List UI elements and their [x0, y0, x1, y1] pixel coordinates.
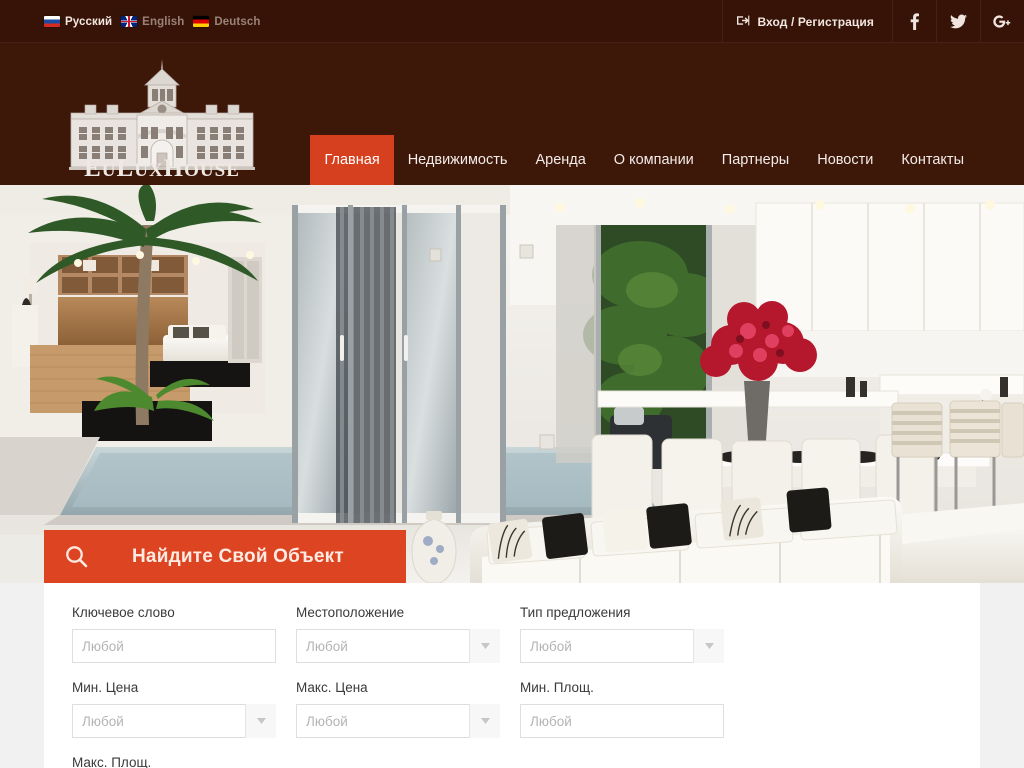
field-label: Тип предложения	[520, 605, 631, 620]
top-utility-bar: Русский English Deutsch Вход / Регистрац…	[0, 0, 1024, 43]
language-label: Deutsch	[214, 15, 261, 28]
language-option-english[interactable]: English	[121, 16, 184, 28]
nav-item-news[interactable]: Новости	[803, 135, 887, 185]
homepage: Русский English Deutsch Вход / Регистрац…	[0, 0, 1024, 768]
language-switcher: Русский English Deutsch	[44, 0, 260, 43]
location-control	[296, 629, 500, 663]
field-min-area: Мин. Площ.	[520, 680, 744, 738]
facebook-icon	[910, 13, 919, 30]
min-area-control	[520, 704, 724, 738]
nav-item-home[interactable]: Главная	[310, 135, 394, 185]
site-header: EULUXHOUSE Главная Недвижимость Аренда О…	[0, 43, 1024, 185]
language-option-russian[interactable]: Русский	[44, 16, 112, 28]
twitter-icon	[950, 14, 967, 29]
field-min-price: Мин. Цена	[72, 680, 296, 738]
nav-item-about[interactable]: О компании	[600, 135, 708, 185]
magnifier-icon	[65, 545, 88, 568]
nav-label: Недвижимость	[407, 152, 508, 168]
search-banner[interactable]: Найдите Свой Объект	[44, 530, 406, 583]
google-plus-icon	[993, 14, 1012, 29]
chevron-down-icon[interactable]	[693, 629, 724, 663]
facebook-link[interactable]	[892, 0, 936, 43]
field-submit: Поиск	[296, 755, 520, 768]
field-label: Макс. Площ.	[72, 755, 152, 768]
chevron-down-icon[interactable]	[469, 704, 500, 738]
language-label: English	[142, 15, 185, 28]
min-price-control	[72, 704, 276, 738]
nav-label: О компании	[613, 152, 694, 168]
google-plus-link[interactable]	[980, 0, 1024, 43]
twitter-link[interactable]	[936, 0, 980, 43]
offer-type-control	[520, 629, 724, 663]
mansion-building-icon: EULUXHOUSE	[69, 59, 255, 177]
chevron-down-icon[interactable]	[469, 629, 500, 663]
field-max-area: Макс. Площ.	[72, 755, 296, 768]
flag-gb-icon	[121, 16, 138, 27]
flag-ru-icon	[44, 16, 60, 27]
nav-label: Контакты	[901, 152, 964, 168]
login-register-label: Вход / Регистрация	[757, 14, 874, 29]
nav-item-realestate[interactable]: Недвижимость	[394, 135, 522, 185]
field-offer-type: Тип предложения	[520, 605, 744, 663]
chevron-down-icon[interactable]	[245, 704, 276, 738]
field-label: Мин. Площ.	[520, 680, 594, 695]
keyword-control	[72, 629, 276, 663]
nav-label: Аренда	[535, 152, 586, 168]
nav-item-contacts[interactable]: Контакты	[887, 135, 978, 185]
language-label: Русский	[65, 15, 113, 28]
nav-label: Партнеры	[721, 152, 790, 168]
search-fields-grid: Ключевое слово Местоположение Тип предло…	[72, 605, 952, 768]
submit-spacer	[296, 756, 390, 768]
logo-link[interactable]: EULUXHOUSE	[45, 57, 280, 177]
field-location: Местоположение	[296, 605, 520, 663]
field-max-price: Макс. Цена	[296, 680, 520, 738]
flag-de-icon	[193, 16, 210, 27]
field-label: Ключевое слово	[72, 605, 175, 620]
keyword-input[interactable]	[72, 629, 276, 663]
nav-label: Новости	[817, 152, 874, 168]
field-keyword: Ключевое слово	[72, 605, 296, 663]
nav-item-rent[interactable]: Аренда	[521, 135, 599, 185]
main-navigation: Главная Недвижимость Аренда О компании П…	[310, 135, 978, 185]
nav-label: Главная	[324, 152, 380, 168]
language-option-deutsch[interactable]: Deutsch	[193, 16, 260, 28]
hero-property-photo	[0, 185, 1024, 583]
max-price-control	[296, 704, 500, 738]
nav-item-partners[interactable]: Партнеры	[708, 135, 803, 185]
top-bar-right-group: Вход / Регистрация	[722, 0, 1024, 43]
property-search-form: Ключевое слово Местоположение Тип предло…	[44, 583, 980, 768]
search-banner-title: Найдите Свой Объект	[132, 545, 344, 567]
login-register-link[interactable]: Вход / Регистрация	[722, 0, 892, 43]
min-area-input[interactable]	[520, 704, 724, 738]
field-label: Макс. Цена	[296, 680, 368, 695]
field-label: Мин. Цена	[72, 680, 139, 695]
field-label: Местоположение	[296, 605, 405, 620]
sign-in-icon	[737, 14, 750, 30]
